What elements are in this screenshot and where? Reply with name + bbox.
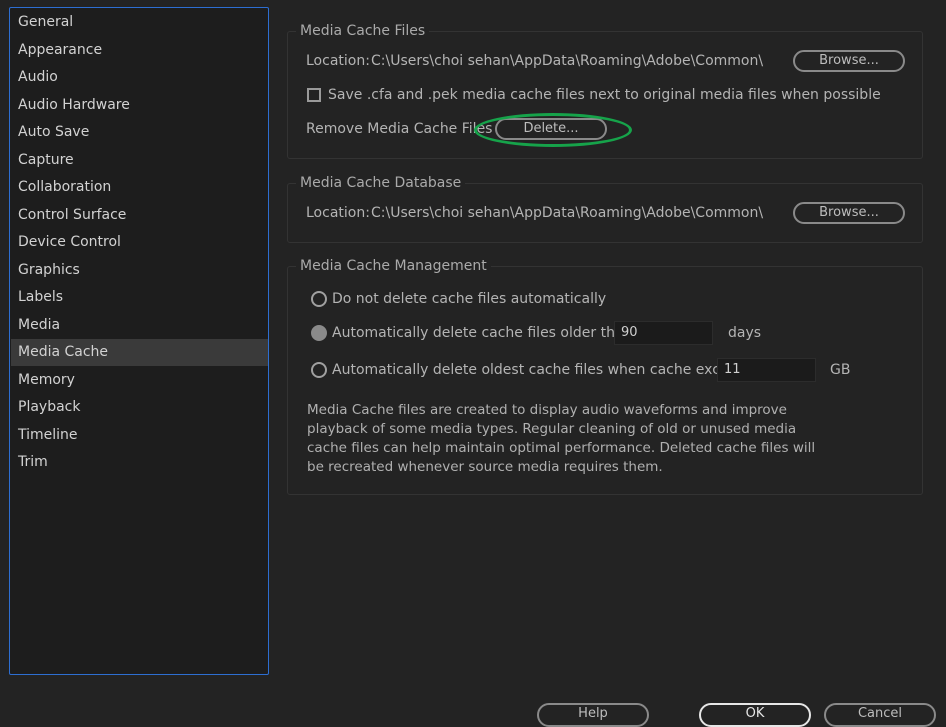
radio-older-than[interactable] [311, 325, 327, 341]
radio-no-delete-label: Do not delete cache files automatically [332, 291, 607, 307]
sidebar-item-media[interactable]: Media [11, 312, 268, 339]
sidebar-item-appearance[interactable]: Appearance [11, 37, 268, 64]
sidebar-item-audio[interactable]: Audio [11, 64, 268, 91]
save-next-to-media-checkbox[interactable] [307, 88, 321, 102]
sidebar-item-graphics[interactable]: Graphics [11, 257, 268, 284]
sidebar-item-trim[interactable]: Trim [11, 449, 268, 476]
cache-files-location-path: C:\Users\choi sehan\AppData\Roaming\Adob… [371, 53, 764, 69]
help-button[interactable]: Help [537, 703, 649, 727]
media-cache-files-title: Media Cache Files [296, 22, 430, 40]
sidebar-item-collaboration[interactable]: Collaboration [11, 174, 268, 201]
sidebar-item-memory[interactable]: Memory [11, 367, 268, 394]
days-unit-label: days [728, 325, 762, 341]
cache-files-browse-button[interactable]: Browse... [793, 50, 905, 72]
sidebar-item-device-control[interactable]: Device Control [11, 229, 268, 256]
remove-cache-files-label: Remove Media Cache Files [306, 121, 493, 137]
sidebar-item-control-surface[interactable]: Control Surface [11, 202, 268, 229]
sidebar-item-audio-hardware[interactable]: Audio Hardware [11, 92, 268, 119]
cache-db-location-path: C:\Users\choi sehan\AppData\Roaming\Adob… [371, 205, 764, 221]
gb-unit-label: GB [830, 362, 851, 378]
older-than-days-input[interactable]: 90 [614, 321, 713, 345]
sidebar-item-playback[interactable]: Playback [11, 394, 268, 421]
preferences-sidebar: General Appearance Audio Audio Hardware … [9, 7, 269, 675]
radio-no-delete[interactable] [311, 291, 327, 307]
cache-db-location-label: Location: [306, 205, 370, 221]
cache-files-location-label: Location: [306, 53, 370, 69]
save-next-to-media-label: Save .cfa and .pek media cache files nex… [328, 87, 881, 103]
radio-older-than-label: Automatically delete cache files older t… [332, 325, 638, 341]
sidebar-item-labels[interactable]: Labels [11, 284, 268, 311]
sidebar-item-capture[interactable]: Capture [11, 147, 268, 174]
highlight-annotation [474, 113, 632, 147]
radio-exceeds[interactable] [311, 362, 327, 378]
exceeds-gb-input[interactable]: 11 [717, 358, 816, 382]
media-cache-management-title: Media Cache Management [296, 257, 491, 275]
cache-db-browse-button[interactable]: Browse... [793, 202, 905, 224]
sidebar-item-auto-save[interactable]: Auto Save [11, 119, 268, 146]
cancel-button[interactable]: Cancel [824, 703, 936, 727]
media-cache-description: Media Cache files are created to display… [307, 402, 816, 475]
sidebar-item-general[interactable]: General [11, 9, 268, 36]
radio-exceeds-label: Automatically delete oldest cache files … [332, 362, 759, 378]
media-cache-database-title: Media Cache Database [296, 174, 466, 192]
sidebar-item-timeline[interactable]: Timeline [11, 422, 268, 449]
ok-button[interactable]: OK [699, 703, 811, 727]
sidebar-item-media-cache[interactable]: Media Cache [11, 339, 268, 366]
